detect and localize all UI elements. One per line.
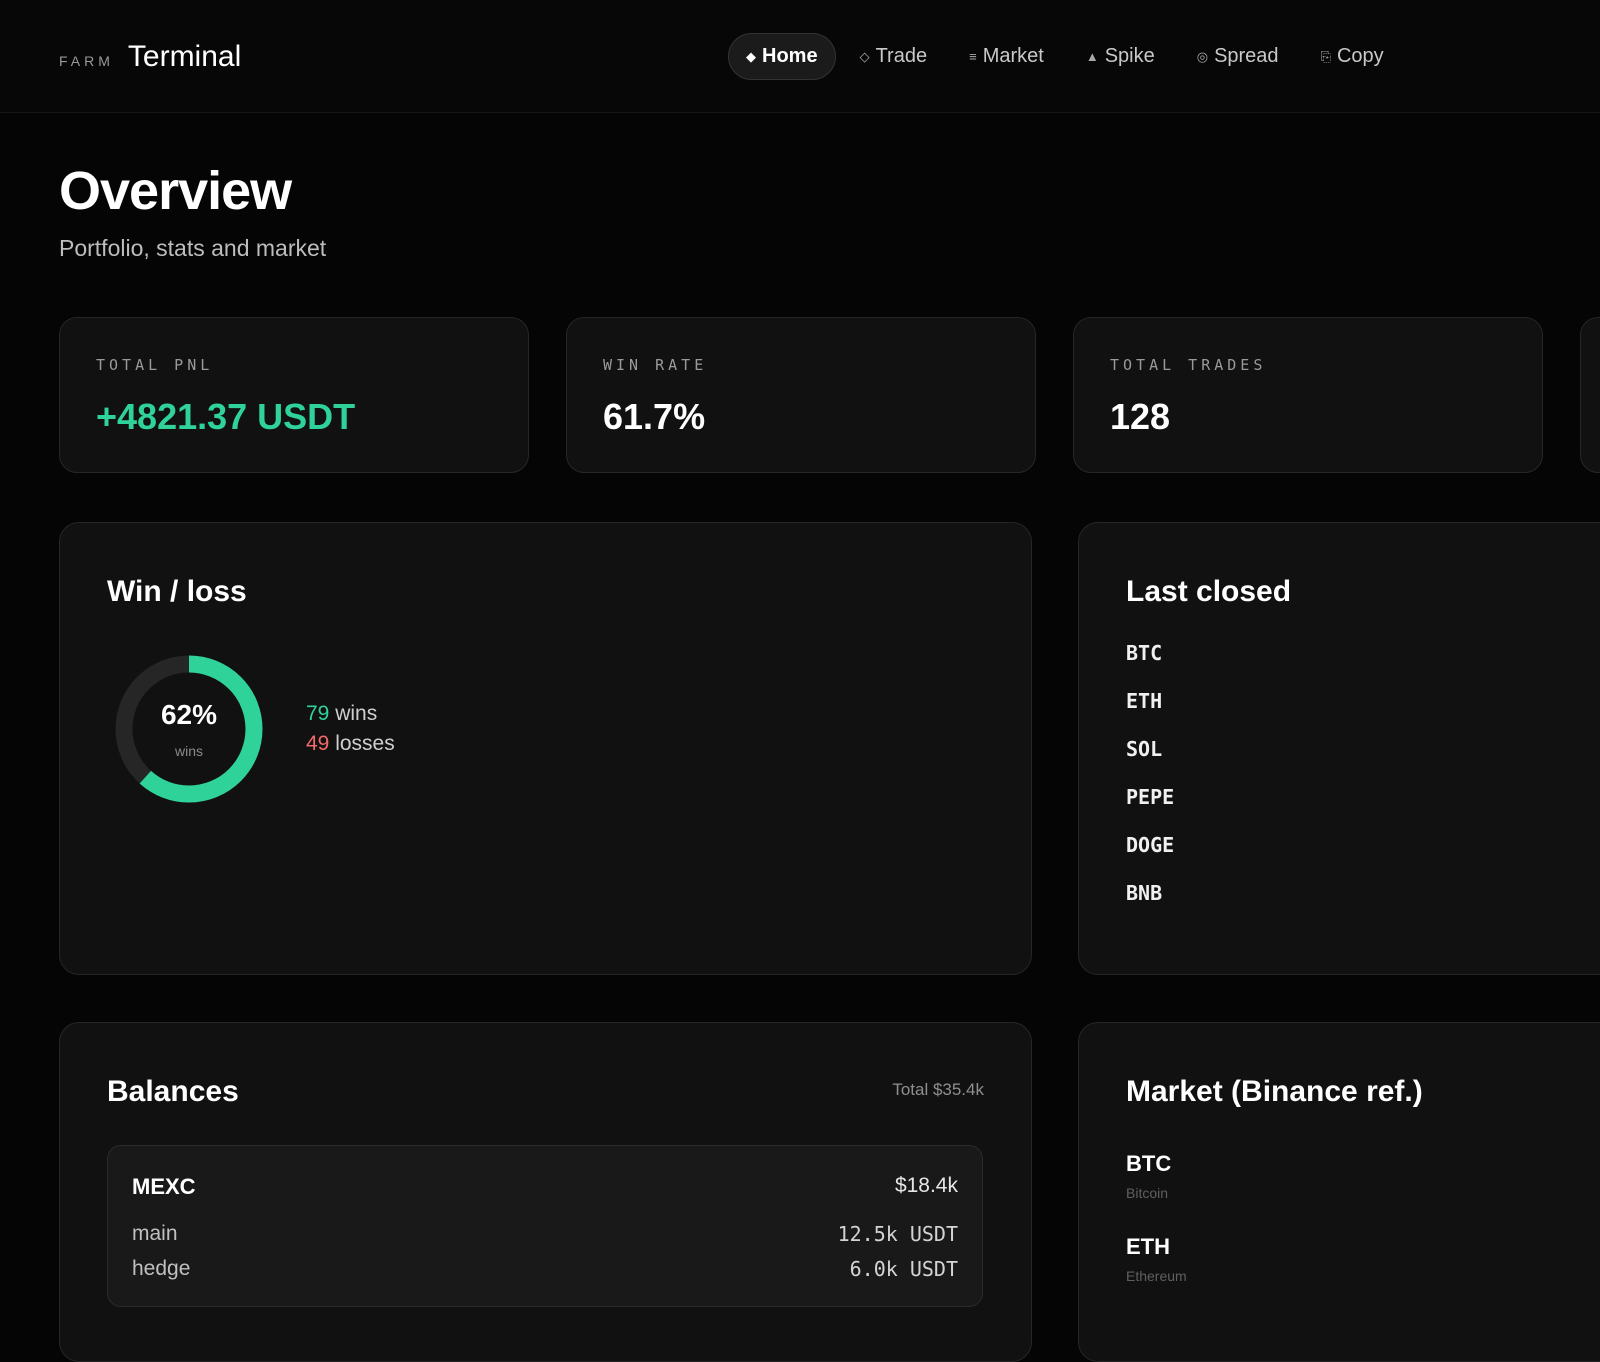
stat-card-total-trades: TOTAL TRADES 128 <box>1073 317 1543 473</box>
brand-prefix: FARM <box>59 53 114 69</box>
stat-label: WIN RATE <box>603 356 708 374</box>
nav-home[interactable]: ◆ Home <box>728 33 836 80</box>
legend-wins: 79 wins <box>306 699 395 729</box>
last-closed-panel: Last closed BTC ETH SOL PEPE DOGE BNB <box>1078 522 1600 975</box>
donut-percent: 62% <box>160 699 218 730</box>
market-symbol: ETH <box>1126 1234 1170 1259</box>
brand-title: Terminal <box>127 40 242 73</box>
nav-home-label: Home <box>762 45 818 67</box>
win-loss-donut: 62% wins <box>113 653 265 805</box>
market-title: Market (Binance ref.) <box>1126 1075 1423 1108</box>
list-item[interactable]: BTC <box>1126 641 1174 689</box>
account-row-main: main 12.5k USDT <box>132 1222 958 1252</box>
balances-total: Total $35.4k <box>892 1080 984 1099</box>
stat-value: 61.7% <box>603 396 706 437</box>
account-card-mexc[interactable]: MEXC $18.4k main 12.5k USDT hedge 6.0k U… <box>107 1145 983 1307</box>
last-closed-list: BTC ETH SOL PEPE DOGE BNB <box>1126 641 1174 929</box>
row-amount: 6.0k USDT <box>849 1257 958 1281</box>
stat-card-total-pnl: TOTAL PNL +4821.37 USDT <box>59 317 529 473</box>
copy-icon: ⎘ <box>1320 48 1331 64</box>
main-nav: ◆ Home ◇ Trade ≡ Market ▲ Spike ◎ Spread… <box>728 32 1408 81</box>
stat-label: TOTAL PNL <box>96 356 214 374</box>
stat-label: TOTAL TRADES <box>1110 356 1267 374</box>
row-label: hedge <box>132 1257 191 1280</box>
stat-card-win-rate: WIN RATE 61.7% <box>566 317 1036 473</box>
legend-losses: 49 losses <box>306 729 395 759</box>
spike-triangle-icon: ▲ <box>1085 49 1099 64</box>
market-item-btc[interactable]: BTC Bitcoin <box>1126 1151 1171 1201</box>
nav-spike-label: Spike <box>1104 45 1155 67</box>
wins-count: 79 <box>306 702 330 725</box>
stat-value: 128 <box>1110 396 1171 437</box>
nav-spread-label: Spread <box>1214 45 1279 67</box>
list-item[interactable]: SOL <box>1126 737 1174 785</box>
list-item[interactable]: BNB <box>1126 881 1174 929</box>
brand-logo[interactable]: FARM Terminal <box>59 40 241 74</box>
donut-center: 62% wins <box>113 653 265 805</box>
nav-spike[interactable]: ▲ Spike <box>1068 33 1173 80</box>
stat-value: +4821.37 USDT <box>96 396 356 437</box>
market-panel: Market (Binance ref.) BTC Bitcoin ETH Et… <box>1078 1022 1600 1362</box>
nav-market-label: Market <box>982 45 1044 67</box>
top-bar: FARM Terminal ◆ Home ◇ Trade ≡ Market ▲ … <box>0 0 1600 113</box>
last-closed-title: Last closed <box>1126 575 1292 608</box>
losses-count: 49 <box>306 732 330 755</box>
nav-market[interactable]: ≡ Market <box>951 33 1062 80</box>
row-label: main <box>132 1222 178 1245</box>
account-total: $18.4k <box>894 1174 958 1197</box>
market-item-eth[interactable]: ETH Ethereum <box>1126 1234 1187 1284</box>
account-row-hedge: hedge 6.0k USDT <box>132 1257 958 1287</box>
spread-target-icon: ◎ <box>1196 48 1209 64</box>
page-subtitle: Portfolio, stats and market <box>59 235 327 261</box>
market-symbol: BTC <box>1126 1151 1172 1176</box>
account-name: MEXC <box>132 1174 196 1199</box>
list-item[interactable]: PEPE <box>1126 785 1174 833</box>
stat-card-partial <box>1580 317 1600 473</box>
list-item[interactable]: DOGE <box>1126 833 1174 881</box>
home-diamond-icon: ◆ <box>746 48 756 64</box>
losses-label: losses <box>335 732 395 755</box>
donut-caption: wins <box>174 743 203 759</box>
market-name: Bitcoin <box>1126 1185 1169 1201</box>
win-loss-legend: 79 wins 49 losses <box>306 699 395 759</box>
market-lines-icon: ≡ <box>969 49 977 64</box>
nav-copy-label: Copy <box>1336 45 1384 67</box>
row-amount: 12.5k USDT <box>837 1222 958 1246</box>
balances-title: Balances <box>107 1075 239 1108</box>
nav-trade-label: Trade <box>875 45 928 67</box>
page-title: Overview <box>59 161 292 221</box>
market-name: Ethereum <box>1126 1268 1187 1284</box>
balances-panel: Balances Total $35.4k MEXC $18.4k main 1… <box>59 1022 1032 1362</box>
nav-copy[interactable]: ⎘ Copy <box>1303 33 1402 80</box>
list-item[interactable]: ETH <box>1126 689 1174 737</box>
trade-diamond-icon: ◇ <box>859 48 870 64</box>
win-loss-title: Win / loss <box>107 575 247 608</box>
nav-trade[interactable]: ◇ Trade <box>842 33 946 80</box>
wins-label: wins <box>335 702 378 725</box>
nav-spread[interactable]: ◎ Spread <box>1179 33 1297 80</box>
win-loss-panel: Win / loss 62% wins 79 wins 49 losses <box>59 522 1032 975</box>
